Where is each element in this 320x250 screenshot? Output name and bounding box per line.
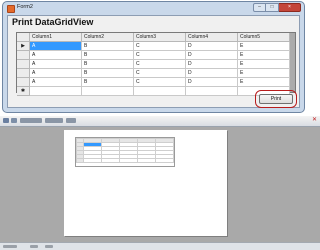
grid-cell[interactable]: E <box>237 68 290 78</box>
form-heading: Print DataGridView <box>12 17 94 27</box>
grid-corner-header[interactable] <box>17 33 30 42</box>
printed-cell <box>137 158 156 163</box>
printed-cell <box>155 158 174 163</box>
grid-cell-empty[interactable] <box>29 86 82 96</box>
row-header[interactable] <box>17 68 30 78</box>
preview-toolbar: ✕ <box>0 116 320 127</box>
grid-cell-empty[interactable] <box>185 86 238 96</box>
window-title: Form2 <box>17 4 33 10</box>
row-header[interactable] <box>17 59 30 69</box>
toolbar-item-blurred[interactable] <box>45 118 63 123</box>
grid-cell[interactable]: C <box>133 50 186 60</box>
zoom-icon[interactable] <box>11 118 17 123</box>
printed-row <box>76 158 174 163</box>
grid-cell[interactable]: D <box>185 59 238 69</box>
printed-cell <box>101 158 120 163</box>
row-header-new-icon[interactable]: ✱ <box>17 86 30 96</box>
grid-cell[interactable]: E <box>237 77 290 87</box>
grid-cell[interactable]: B <box>81 50 134 60</box>
table-row-new: ✱ <box>17 86 290 96</box>
grid-cell[interactable]: C <box>133 68 186 78</box>
grid-cell[interactable]: D <box>185 41 238 51</box>
grid-cell[interactable]: C <box>133 77 186 87</box>
close-button[interactable]: × <box>279 3 301 12</box>
minimize-button[interactable]: – <box>253 3 266 12</box>
window-controls: – □ × <box>253 3 301 12</box>
grid-header-row: Column1 Column2 Column3 Column4 Column5 <box>17 33 290 42</box>
grid-cell[interactable]: A <box>29 77 82 87</box>
printed-grid-table <box>76 138 174 163</box>
printed-cell <box>83 158 102 163</box>
grid-cell[interactable]: A <box>29 68 82 78</box>
toolbar-item-blurred[interactable] <box>20 118 42 123</box>
preview-page <box>64 130 227 236</box>
grid-cell-empty[interactable] <box>133 86 186 96</box>
grid-cell[interactable]: D <box>185 68 238 78</box>
grid-cell[interactable]: C <box>133 59 186 69</box>
column-header-1[interactable]: Column1 <box>29 33 82 42</box>
column-header-2[interactable]: Column2 <box>81 33 134 42</box>
printed-grid-thumbnail <box>75 137 175 167</box>
print-preview-window: ✕ <box>0 116 320 250</box>
close-icon: × <box>288 4 291 10</box>
form-client-area: Print DataGridView Column1 Column2 Colum… <box>7 15 300 108</box>
grid-cell[interactable]: B <box>81 77 134 87</box>
column-header-4[interactable]: Column4 <box>185 33 238 42</box>
maximize-icon: □ <box>270 4 274 10</box>
grid-cell[interactable]: A <box>29 59 82 69</box>
maximize-button[interactable]: □ <box>266 3 279 12</box>
form2-window: Form2 – □ × Print DataGridView Column1 C… <box>2 1 305 113</box>
grid-cell[interactable]: B <box>81 41 134 51</box>
preview-close-icon[interactable]: ✕ <box>312 117 317 124</box>
data-grid-view[interactable]: Column1 Column2 Column3 Column4 Column5 … <box>16 32 296 96</box>
grid-cell[interactable]: D <box>185 50 238 60</box>
table-row: ▶ A B C D E <box>17 41 290 51</box>
column-header-5[interactable]: Column5 <box>237 33 290 42</box>
table-row: A B C D E <box>17 59 290 69</box>
row-header-current-icon[interactable]: ▶ <box>17 41 30 51</box>
row-header[interactable] <box>17 50 30 60</box>
table-row: A B C D E <box>17 77 290 87</box>
table-row: A B C D E <box>17 68 290 78</box>
grid-cell[interactable]: E <box>237 59 290 69</box>
print-button[interactable]: Print <box>255 90 297 108</box>
grid-cell-empty[interactable] <box>81 86 134 96</box>
preview-status-bar <box>0 242 320 250</box>
form-app-icon <box>7 5 15 13</box>
status-item-blurred <box>45 245 53 248</box>
grid-cell[interactable]: A <box>29 50 82 60</box>
minimize-icon: – <box>258 4 261 10</box>
grid-cell[interactable]: C <box>133 41 186 51</box>
grid-cell[interactable]: B <box>81 59 134 69</box>
status-item-blurred <box>30 245 38 248</box>
grid-table: Column1 Column2 Column3 Column4 Column5 … <box>17 33 290 96</box>
grid-cell[interactable]: D <box>185 77 238 87</box>
grid-cell[interactable]: A <box>29 41 82 51</box>
row-header[interactable] <box>17 77 30 87</box>
column-header-3[interactable]: Column3 <box>133 33 186 42</box>
printed-cell <box>76 158 84 163</box>
table-row: A B C D E <box>17 50 290 60</box>
printed-cell <box>119 158 138 163</box>
print-icon[interactable] <box>3 118 9 123</box>
toolbar-item-blurred[interactable] <box>66 118 76 123</box>
grid-cell[interactable]: E <box>237 41 290 51</box>
grid-cell[interactable]: B <box>81 68 134 78</box>
title-bar: Form2 – □ × <box>3 2 304 15</box>
grid-cell[interactable]: E <box>237 50 290 60</box>
status-item-blurred <box>3 245 17 248</box>
